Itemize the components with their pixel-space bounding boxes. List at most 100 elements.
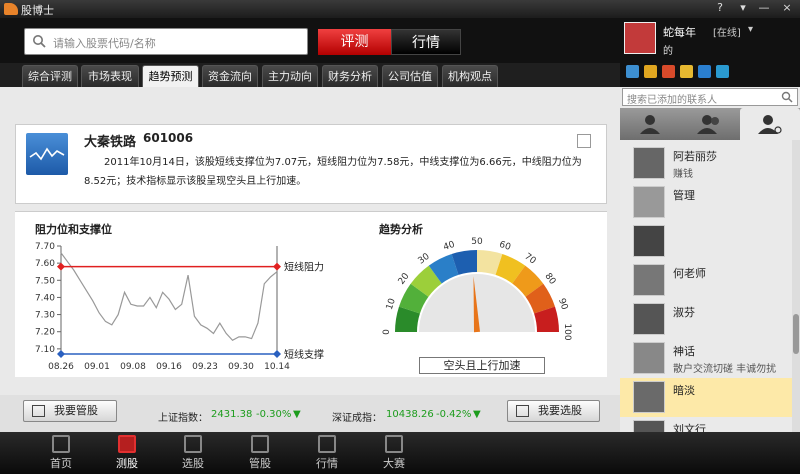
user-profile: 蛇每年 [在线] ▾ 的 (620, 18, 800, 87)
app-logo-icon (4, 3, 18, 15)
group-icon (697, 115, 719, 134)
support-marker-right (273, 350, 281, 358)
down-arrow-icon: ▼ (473, 409, 481, 420)
tab-valuation[interactable]: 公司估值 (382, 65, 438, 87)
list-item[interactable]: 神话 散户交流切磋 丰诚勿扰 (620, 339, 792, 378)
refresh-icon (32, 405, 45, 417)
user-status-dropdown[interactable]: [在线] (713, 24, 741, 39)
user-signature: 的 (663, 46, 673, 57)
select-stocks-button[interactable]: 我要选股 (507, 400, 600, 422)
tool-icon-1[interactable] (626, 65, 639, 78)
list-item[interactable]: 阿若丽莎 赚钱 (620, 144, 792, 183)
tool-icon-2[interactable] (644, 65, 657, 78)
gauge-tick-label: 100 (562, 323, 572, 340)
tab-group-contacts[interactable] (680, 108, 740, 140)
support-label: 短线支撑 (284, 348, 324, 361)
avatar[interactable] (624, 22, 656, 54)
list-item[interactable]: 淑芬 (620, 300, 792, 339)
tool-icon-5[interactable] (698, 65, 711, 78)
y-tick-label: 7.50 (35, 276, 55, 286)
sh-index-value: 2431.38 (211, 409, 253, 420)
contact-search-input[interactable]: 搜索已添加的联系人 (622, 88, 798, 106)
tab-fund-flow[interactable]: 资金流向 (202, 65, 258, 87)
tool-icon-4[interactable] (680, 65, 693, 78)
nav-home[interactable]: 首页 (38, 435, 84, 471)
x-tick-label: 09.01 (84, 362, 110, 372)
person-icon (640, 115, 660, 134)
sz-index-change: -0.42% (436, 409, 472, 420)
x-tick-label: 10.14 (264, 362, 290, 372)
avatar (633, 147, 665, 179)
support-resistance-chart: 7.70 7.60 7.50 7.40 7.30 7.20 7.10 08.26 09.01 09… (35, 242, 324, 372)
gauge-tick-label: 20 (397, 271, 412, 286)
note-icon[interactable] (577, 134, 591, 148)
gauge-tick-label: 30 (417, 252, 432, 267)
avatar (633, 303, 665, 335)
gauge-tick-label: 90 (556, 297, 569, 311)
market-icon (318, 435, 336, 453)
stock-search-input[interactable]: 请输入股票代码/名称 (24, 28, 308, 55)
tool-icon-3[interactable] (662, 65, 675, 78)
contacts-scrollbar[interactable] (792, 140, 800, 432)
list-item[interactable]: 管理 (620, 183, 792, 222)
scroll-thumb[interactable] (793, 314, 799, 354)
chevron-down-icon[interactable]: ▾ (748, 24, 753, 35)
list-item[interactable]: 何老师 (620, 261, 792, 300)
tool-icon-6[interactable] (716, 65, 729, 78)
gauge-tick-label: 40 (442, 240, 456, 253)
trend-gauge: 0 10 20 30 40 50 60 70 80 90 100 (382, 237, 572, 341)
menu-button[interactable]: ▾ (735, 1, 751, 14)
tab-finance[interactable]: 财务分析 (322, 65, 378, 87)
tab-evaluate[interactable]: 评测 (318, 29, 391, 55)
avatar (633, 264, 665, 296)
recent-contact-icon (758, 115, 782, 134)
tab-recent-contacts[interactable] (740, 108, 800, 140)
select-icon (184, 435, 202, 453)
list-item[interactable]: 刘文行 (620, 417, 792, 432)
down-arrow-icon: ▼ (293, 409, 301, 420)
gauge-tick-label: 80 (542, 272, 557, 287)
nav-evaluate[interactable]: 测股 (104, 435, 150, 471)
contest-icon (385, 435, 403, 453)
gauge-tick-label: 60 (498, 240, 512, 253)
tab-institutions[interactable]: 机构观点 (442, 65, 498, 87)
minimize-button[interactable]: — (756, 1, 772, 14)
gauge-tick-label: 10 (385, 297, 398, 311)
x-tick-label: 08.26 (48, 362, 74, 372)
tab-performance[interactable]: 市场表现 (81, 65, 139, 87)
x-tick-label: 09.30 (228, 362, 254, 372)
main-content: 大秦铁路 601006 2011年10月14日，该股短线支撑位为7.07元，短线… (0, 87, 620, 432)
home-icon (52, 435, 70, 453)
user-name: 蛇每年 (663, 26, 696, 39)
tab-market[interactable]: 行情 (391, 29, 461, 55)
close-button[interactable]: × (779, 1, 795, 14)
search-icon (33, 35, 46, 48)
sh-index-change: -0.30% (256, 409, 292, 420)
x-tick-label: 09.23 (192, 362, 218, 372)
help-button[interactable]: ? (712, 1, 728, 14)
trend-label: 空头且上行加速 (419, 357, 545, 374)
manage-stocks-button[interactable]: 我要管股 (23, 400, 117, 422)
nav-select[interactable]: 选股 (170, 435, 216, 471)
manage-icon (251, 435, 269, 453)
y-tick-label: 7.30 (35, 311, 55, 321)
nav-market[interactable]: 行情 (304, 435, 350, 471)
nav-manage[interactable]: 管股 (237, 435, 283, 471)
tab-major-moves[interactable]: 主力动向 (262, 65, 318, 87)
tab-single-contact[interactable] (620, 108, 680, 140)
tab-overall[interactable]: 综合评测 (22, 65, 78, 87)
tab-trend[interactable]: 趋势预测 (142, 65, 199, 87)
nav-contest[interactable]: 大赛 (371, 435, 417, 471)
title-bar: 股博士 ? ▾ — × (0, 0, 800, 18)
resistance-label: 短线阻力 (284, 261, 324, 274)
chart-title: 阻力位和支撑位 (35, 223, 112, 236)
list-item[interactable] (620, 222, 792, 261)
contacts-panel: 蛇每年 [在线] ▾ 的 搜索已添加的联系人 阿若丽莎 赚钱 管理 何老师 淑芬… (620, 18, 800, 432)
support-marker-left (57, 350, 65, 358)
stock-name: 大秦铁路 (84, 135, 137, 150)
stock-description: 2011年10月14日，该股短线支撑位为7.07元，短线阻力位为7.58元，中线… (84, 157, 582, 187)
y-tick-label: 7.70 (35, 242, 55, 252)
edit-icon (516, 405, 529, 417)
list-item[interactable]: 暗淡 (620, 378, 792, 417)
stock-code: 601006 (143, 131, 194, 145)
